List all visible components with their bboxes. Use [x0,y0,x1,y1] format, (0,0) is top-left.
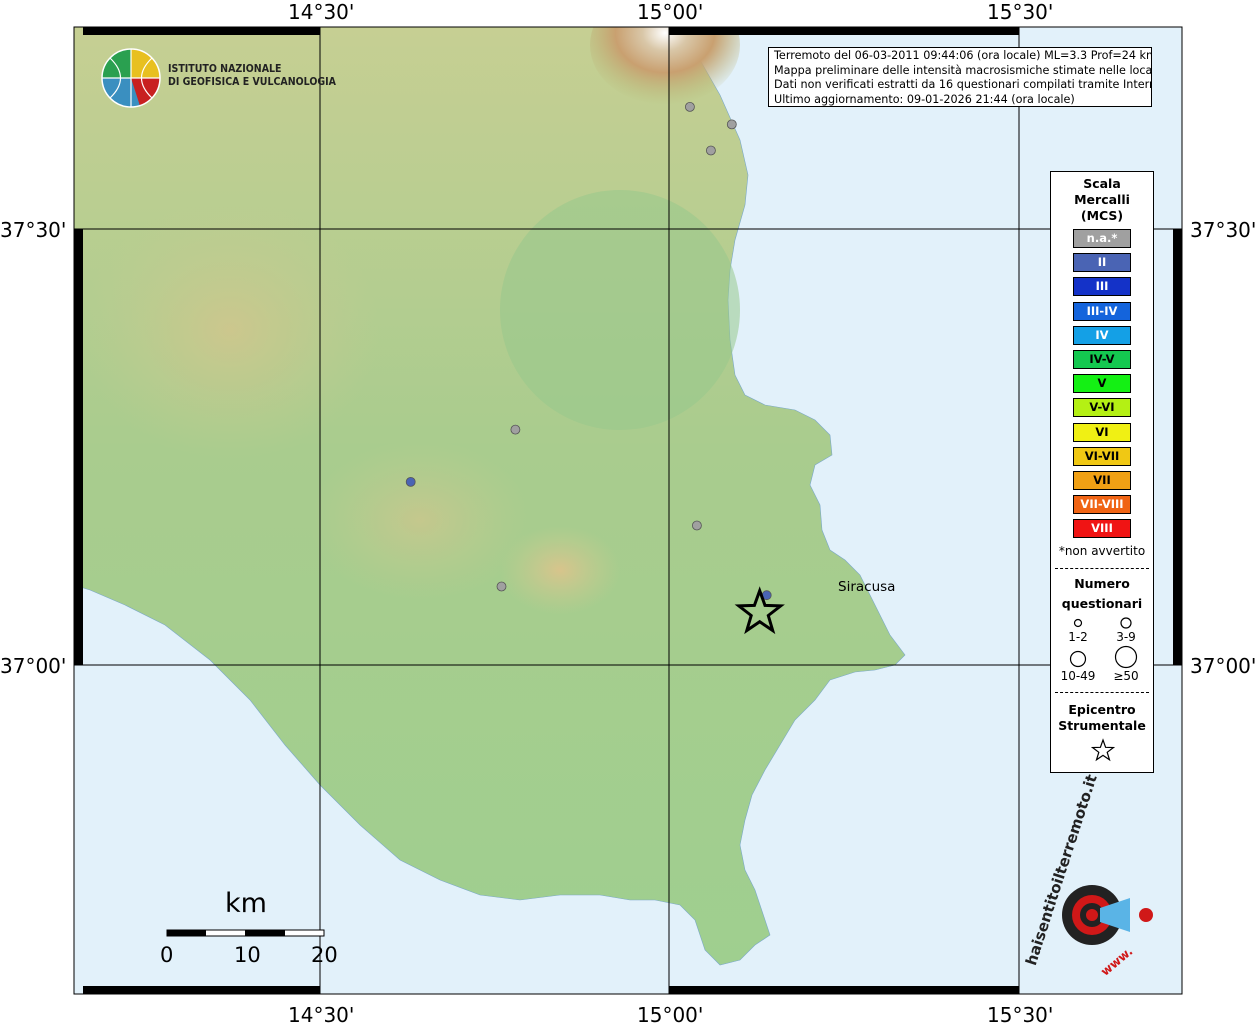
legend-title-1: Scala [1083,176,1121,191]
lat-label-right-1: 37°30' [1190,218,1255,242]
lon-label-top-2: 15°00' [637,0,704,24]
legend-class-7: V-VI [1073,398,1131,418]
legend-class-5: IV-V [1073,350,1131,369]
catania-plain [500,190,740,430]
legend-class-9: VI-VII [1073,446,1131,466]
count-label-1: 1-2 [1068,630,1088,644]
count-label-3: 10-49 [1060,669,1096,683]
report-1 [685,102,695,112]
scale-tick-20: 20 [311,943,338,967]
report-4 [510,424,521,435]
legend-separator-1 [1055,568,1149,569]
report-7 [496,581,507,592]
legend-class-10: VII [1073,471,1131,490]
legend-class-0: n.a.* [1073,229,1131,248]
lon-label-bottom-2: 15°00' [637,1003,704,1027]
info-line-3: Dati non verificati estratti da 16 quest… [774,78,1152,91]
ingv-name-line1: ISTITUTO NAZIONALE [168,63,282,75]
count-title-2: questionari [1061,596,1143,611]
scale-unit: km [225,888,267,919]
ingv-name-line2: DI GEOFISICA E VULCANOLOGIA [168,76,336,88]
legend-class-12: VIII [1073,519,1131,539]
legend-class-8: VI [1073,422,1131,442]
lat-label-left-2: 37°00' [0,654,67,678]
epicenter-title-2: Strumentale [1058,718,1146,733]
scale-bar [166,929,325,937]
report-5 [405,476,416,487]
epicenter-star-icon [1091,738,1115,762]
count-title-1: Numero [1074,576,1130,591]
lon-label-bottom-3: 15°30' [987,1003,1054,1027]
legend-class-4: IV [1073,325,1131,345]
report-3 [706,145,716,156]
report-6 [692,520,702,531]
scale-tick-0: 0 [160,943,174,967]
legend: Scala Mercalli (MCS) n.a.* II III III-IV IV I… [1050,171,1154,773]
legend-class-2: III [1073,277,1131,297]
ingv-name: ISTITUTO NAZIONALE DI GEOFISICA E VULCAN… [168,63,336,89]
count-label-2: 3-9 [1116,630,1136,644]
legend-class-1: II [1073,253,1131,273]
ingv-logo-icon [101,48,161,108]
legend-not-felt: *non avvertito [1058,544,1146,558]
legend-class-3: III-IV [1073,301,1131,321]
legend-class-11: VII-VIII [1073,495,1131,515]
legend-title-3: (MCS) [1080,208,1124,223]
legend-separator-2 [1055,692,1149,693]
lon-label-bottom-1: 14°30' [288,1003,355,1027]
info-line-1: Terremoto del 06-03-2011 09:44:06 (ora l… [774,49,1152,62]
count-label-4: ≥50 [1113,669,1139,683]
event-info-box: Terremoto del 06-03-2011 09:44:06 (ora l… [768,47,1152,107]
scale-tick-10: 10 [234,943,261,967]
inland-hills-2 [310,440,530,600]
inland-hills [80,200,380,460]
epicenter-title-1: Epicentro [1068,702,1136,717]
info-line-4: Ultimo aggiornamento: 09-01-2026 21:44 (… [774,92,1075,106]
lon-label-top-1: 14°30' [288,0,355,24]
legend-class-6: V [1073,374,1131,394]
info-line-2: Mappa preliminare delle intensità macros… [774,63,1152,77]
lat-label-left-1: 37°30' [0,218,67,242]
legend-title-2: Mercalli [1074,192,1130,207]
city-label-siracusa: Siracusa [838,579,896,595]
lat-label-right-2: 37°00' [1190,654,1255,678]
report-2 [726,119,737,130]
lon-label-top-3: 15°30' [987,0,1054,24]
